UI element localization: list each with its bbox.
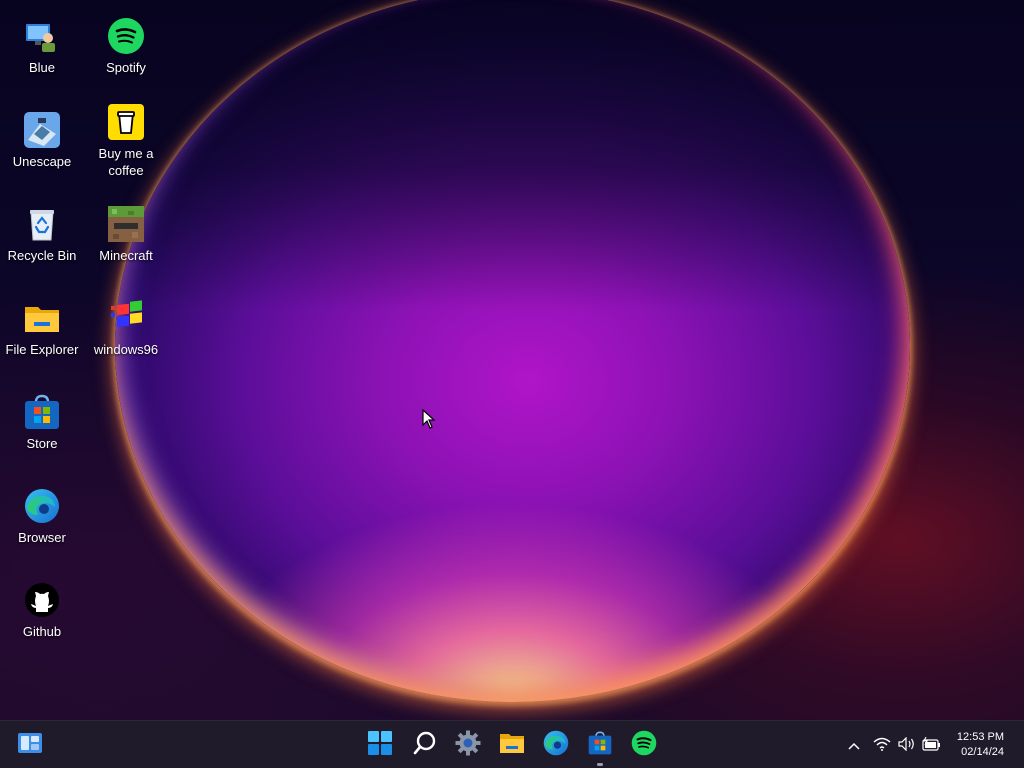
clock-time: 12:53 PM <box>956 731 1004 743</box>
desktop-icon-unescape[interactable]: Unescape <box>0 112 84 170</box>
start-icon <box>367 730 393 761</box>
folder-icon <box>24 300 60 336</box>
clock[interactable]: 12:53 PM 02/14/24 <box>957 730 1004 760</box>
desktop-icon-file-explorer[interactable]: File Explorer <box>0 300 84 358</box>
desktop-icon-windows96[interactable]: windows96 <box>84 300 168 358</box>
taskbar-file-explorer-button[interactable] <box>496 729 528 761</box>
spotify-icon <box>631 730 657 761</box>
blue-icon <box>24 18 60 54</box>
clock-date: 02/14/24 <box>961 746 1004 758</box>
store-icon <box>24 394 60 430</box>
unescape-icon <box>24 112 60 148</box>
wifi-icon <box>873 737 891 756</box>
desktop-icon-minecraft[interactable]: Minecraft <box>84 206 168 264</box>
mouse-cursor <box>422 408 436 434</box>
volume-icon <box>898 736 916 756</box>
volume-button[interactable] <box>896 735 918 757</box>
settings-icon <box>455 730 481 761</box>
search-icon <box>412 730 438 761</box>
chevron-up-icon <box>848 737 860 755</box>
minecraft-icon <box>108 206 144 242</box>
network-button[interactable] <box>871 735 893 757</box>
taskbar: 12:53 PM 02/14/24 <box>0 720 1024 768</box>
desktop-icon-recycle-bin[interactable]: Recycle Bin <box>0 206 84 264</box>
battery-icon <box>921 736 941 756</box>
widgets-icon <box>17 731 43 760</box>
wallpaper-orb <box>115 0 910 702</box>
file-explorer-icon <box>499 731 525 760</box>
desktop-icon-github[interactable]: Github <box>0 582 84 640</box>
desktop-icon-spotify[interactable]: Spotify <box>84 18 168 76</box>
settings-button[interactable] <box>452 729 484 761</box>
recycle-bin-icon <box>24 206 60 242</box>
widgets-button[interactable] <box>14 729 46 761</box>
taskbar-store-button[interactable] <box>584 729 616 766</box>
battery-button[interactable] <box>920 735 942 757</box>
edge-icon <box>543 730 569 761</box>
spotify-icon <box>108 18 144 54</box>
desktop-icon-store[interactable]: Store <box>0 394 84 452</box>
start-button[interactable] <box>364 729 396 761</box>
taskbar-spotify-button[interactable] <box>628 729 660 761</box>
search-button[interactable] <box>409 729 441 761</box>
github-icon <box>24 582 60 618</box>
coffee-cup-icon <box>108 104 144 140</box>
desktop-icon-browser[interactable]: Browser <box>0 488 84 546</box>
edge-icon <box>24 488 60 524</box>
desktop-icon-blue[interactable]: Blue <box>0 18 84 76</box>
desktop-icon-buy-me-a-coffee[interactable]: Buy me a coffee <box>84 104 168 179</box>
store-icon <box>588 730 612 761</box>
taskbar-edge-button[interactable] <box>540 729 572 761</box>
running-indicator <box>597 763 603 766</box>
show-hidden-icons-button[interactable] <box>843 735 865 757</box>
windows96-icon <box>108 300 144 336</box>
